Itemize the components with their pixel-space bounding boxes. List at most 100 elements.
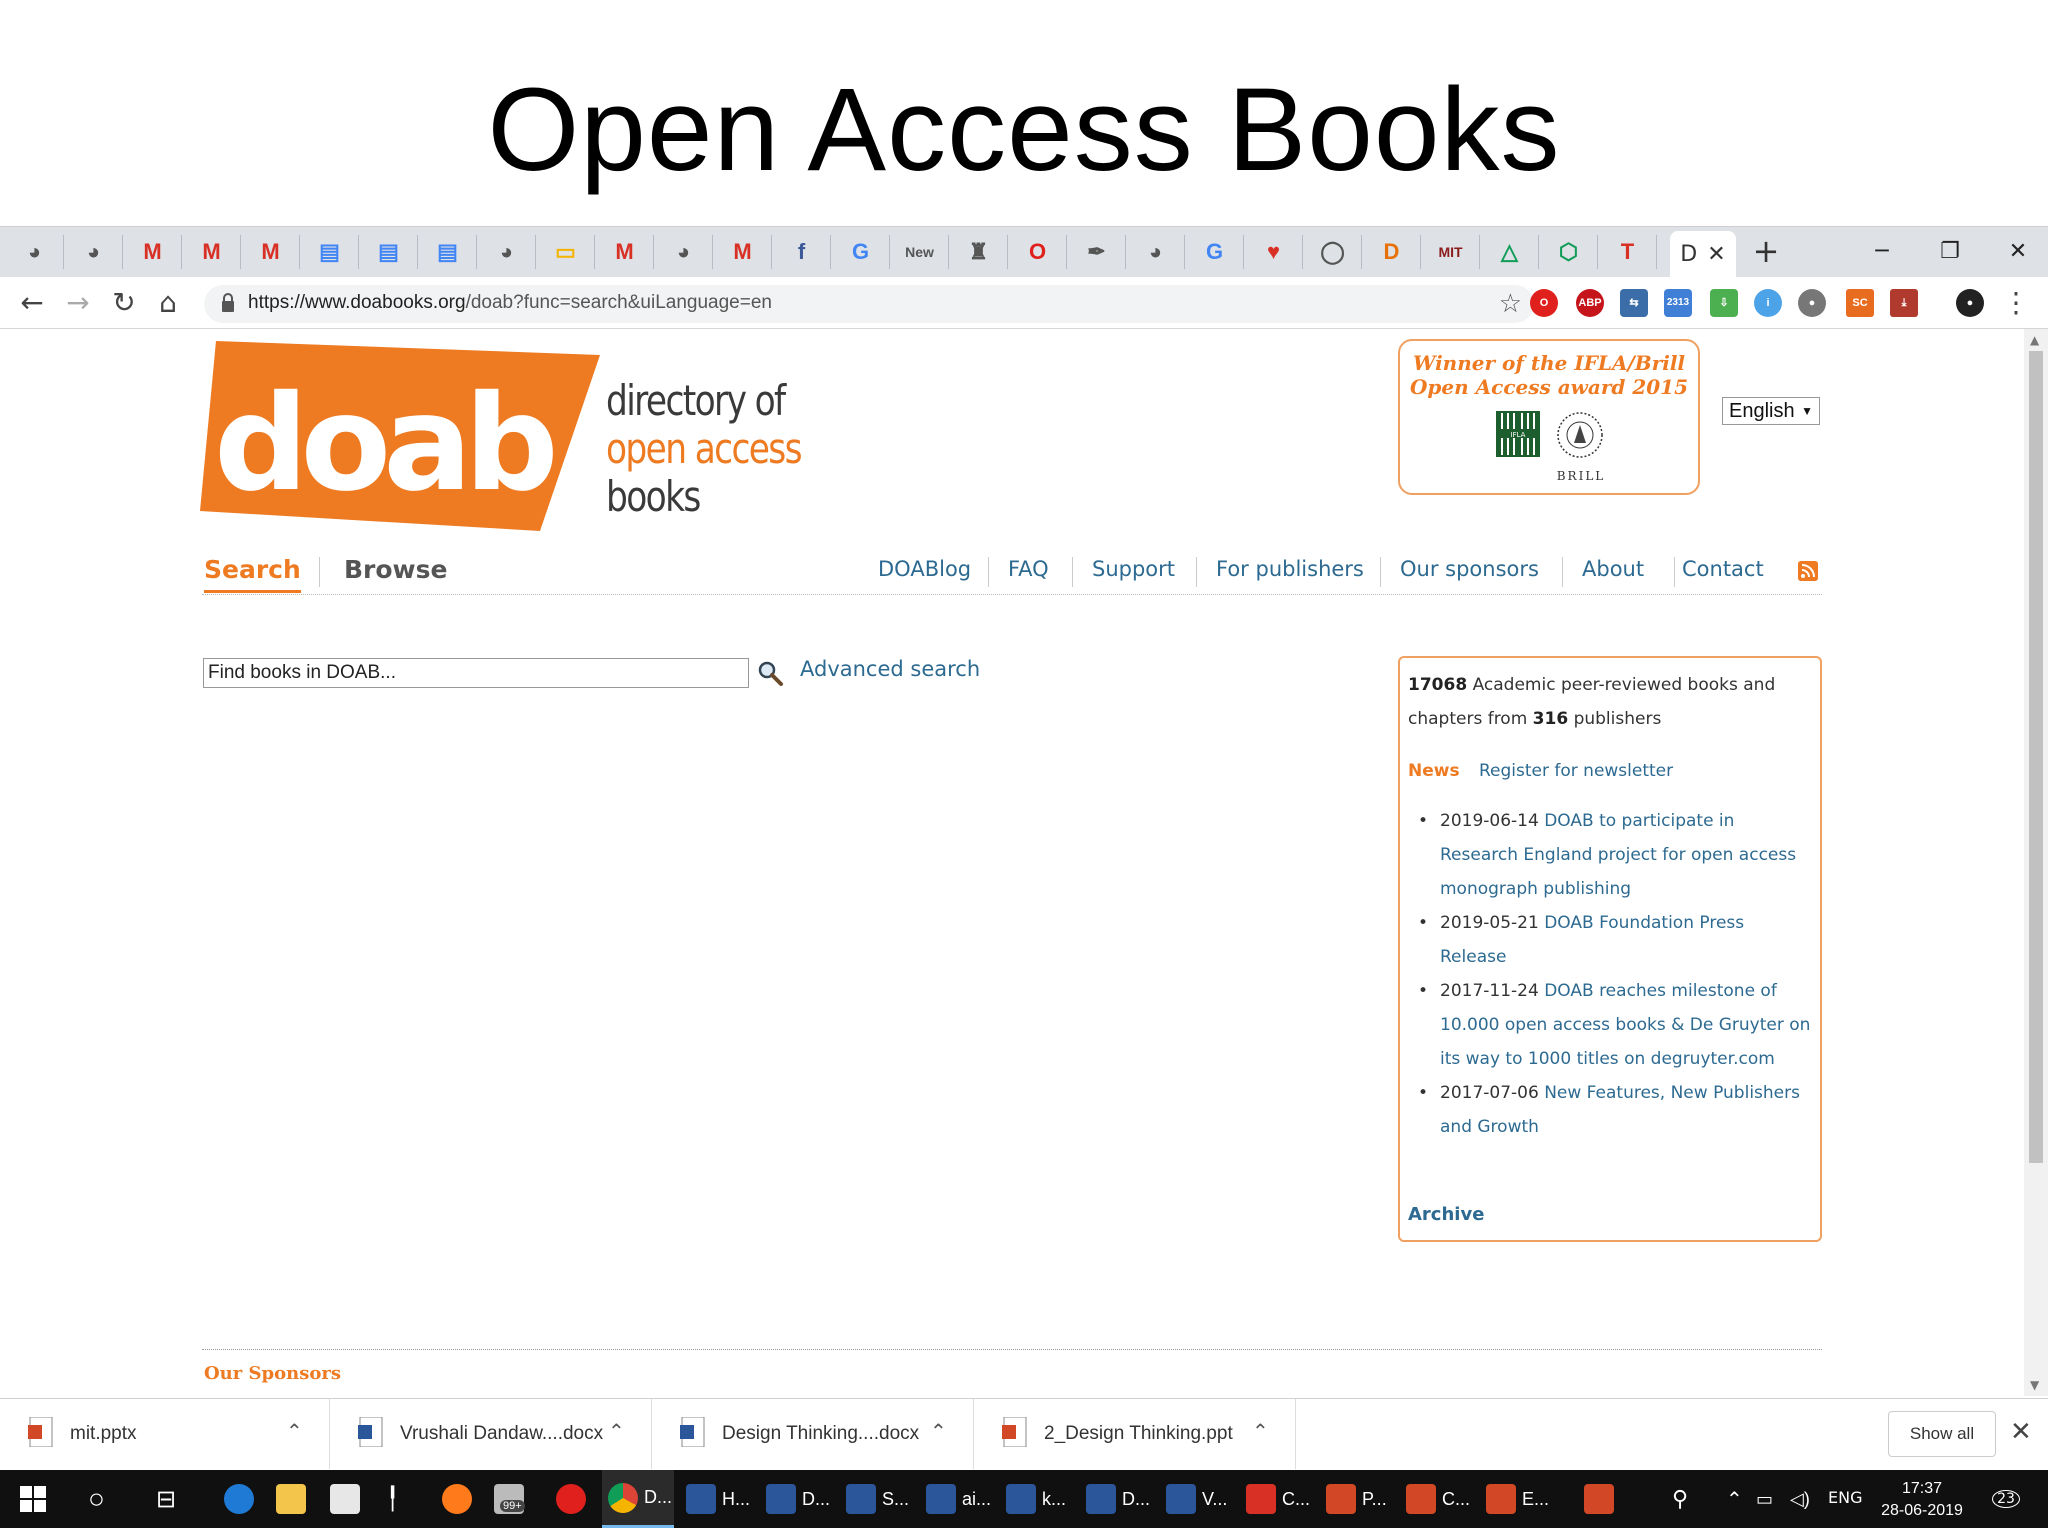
profile-avatar[interactable]: ● xyxy=(1956,289,1984,317)
taskbar-app[interactable]: C... xyxy=(1246,1470,1310,1528)
browser-tab[interactable]: ♜ xyxy=(950,235,1008,269)
chevron-up-icon[interactable]: ⌃ xyxy=(286,1419,303,1443)
circle-extension-icon[interactable]: ● xyxy=(1798,289,1826,317)
opera-extension-icon[interactable]: O xyxy=(1530,289,1558,317)
menu-kebab-icon[interactable]: ⋮ xyxy=(1998,285,2034,321)
new-tab-icon[interactable]: + xyxy=(1748,235,1784,269)
browser-tab[interactable]: ◕ xyxy=(1127,235,1185,269)
register-newsletter-link[interactable]: Register for newsletter xyxy=(1479,761,1673,781)
cortana-search-icon[interactable]: ○ xyxy=(88,1470,105,1528)
volume-icon[interactable]: ◁) xyxy=(1790,1470,1810,1528)
save-extension-icon[interactable]: ⇩ xyxy=(1710,289,1738,317)
people-icon[interactable]: ⚲ xyxy=(1672,1470,1688,1528)
chevron-up-icon[interactable]: ⌃ xyxy=(608,1419,625,1443)
download-item[interactable]: mit.pptx ⌃ xyxy=(0,1399,330,1469)
nav-link-contact[interactable]: Contact xyxy=(1682,557,1764,581)
archive-link[interactable]: Archive xyxy=(1408,1198,1484,1232)
award-badge[interactable]: Winner of the IFLA/Brill Open Access awa… xyxy=(1398,339,1700,495)
browser-tab[interactable]: ◕ xyxy=(478,235,536,269)
browser-tab[interactable]: G xyxy=(1186,235,1244,269)
browser-tab[interactable]: M xyxy=(183,235,241,269)
nav-link-support[interactable]: Support xyxy=(1092,557,1175,581)
browser-tab[interactable]: ⬡ xyxy=(1540,235,1598,269)
taskbar-app[interactable]: H... xyxy=(686,1470,750,1528)
browser-tab[interactable]: ✒ xyxy=(1068,235,1126,269)
restore-icon[interactable]: ❐ xyxy=(1920,233,1980,271)
taskbar-app[interactable]: D... xyxy=(1086,1470,1150,1528)
file-explorer-icon[interactable] xyxy=(276,1470,306,1528)
edge-icon[interactable] xyxy=(224,1470,254,1528)
system-clock[interactable]: 17:37 28-06-2019 xyxy=(1880,1478,1964,1522)
task-view-icon[interactable]: ⊟ xyxy=(156,1470,176,1528)
mail-icon[interactable]: 99+ xyxy=(494,1470,538,1528)
search-icon[interactable] xyxy=(756,659,784,687)
back-button[interactable]: ← xyxy=(14,285,50,321)
forward-button[interactable]: → xyxy=(60,285,96,321)
scroll-up-icon[interactable]: ▲ xyxy=(2030,333,2039,347)
sc-extension-icon[interactable]: SC xyxy=(1846,289,1874,317)
nav-link-about[interactable]: About xyxy=(1582,557,1644,581)
advanced-search-link[interactable]: Advanced search xyxy=(800,657,980,681)
nav-link-for-publishers[interactable]: For publishers xyxy=(1216,557,1364,581)
browser-tab[interactable]: MIT xyxy=(1422,235,1480,269)
nav-link-faq[interactable]: FAQ xyxy=(1008,557,1049,581)
taskbar-app[interactable] xyxy=(1584,1470,1614,1528)
network-icon[interactable]: ▭ xyxy=(1756,1470,1773,1528)
download-item[interactable]: Vrushali Dandaw....docx ⌃ xyxy=(330,1399,652,1469)
chevron-up-icon[interactable]: ⌃ xyxy=(930,1419,947,1443)
doab-logo[interactable]: doab xyxy=(200,335,600,535)
browser-tab[interactable]: ▤ xyxy=(419,235,477,269)
vertical-scrollbar[interactable]: ▲ ▼ xyxy=(2024,329,2048,1396)
rss-feed-icon[interactable] xyxy=(1798,561,1818,581)
store-icon[interactable] xyxy=(330,1470,360,1528)
browser-tab[interactable]: G xyxy=(832,235,890,269)
browser-tab[interactable]: ◕ xyxy=(65,235,123,269)
language-select[interactable]: English ▼ xyxy=(1722,397,1820,425)
tab-close-icon[interactable]: ✕ xyxy=(1707,242,1725,267)
address-bar[interactable]: https://www.doabooks.org/doab?func=searc… xyxy=(204,285,1534,323)
browser-tab[interactable]: ▤ xyxy=(360,235,418,269)
notification-center-icon[interactable]: 23 xyxy=(1988,1482,2024,1516)
input-language[interactable]: ENG xyxy=(1828,1488,1862,1507)
taskbar-app[interactable]: D... xyxy=(602,1470,674,1528)
browser-tab[interactable]: M xyxy=(124,235,182,269)
tray-chevron-up-icon[interactable]: ⌃ xyxy=(1726,1470,1743,1528)
browser-tab[interactable]: New xyxy=(891,235,949,269)
taskbar-app[interactable]: D... xyxy=(766,1470,830,1528)
browser-tab[interactable]: D xyxy=(1363,235,1421,269)
info-extension-icon[interactable]: i xyxy=(1754,289,1782,317)
reload-button[interactable]: ↻ xyxy=(106,285,142,321)
taskbar-app[interactable]: P... xyxy=(1326,1470,1387,1528)
nav-link-our-sponsors[interactable]: Our sponsors xyxy=(1400,557,1539,581)
browser-tab[interactable]: O xyxy=(1009,235,1067,269)
browser-tab[interactable]: ▤ xyxy=(301,235,359,269)
browser-tab[interactable]: ◕ xyxy=(655,235,713,269)
window-close-icon[interactable]: ✕ xyxy=(1988,233,2048,271)
minimize-icon[interactable]: ─ xyxy=(1852,233,1912,271)
pin-icon[interactable]: ╿ xyxy=(386,1470,399,1528)
scroll-down-icon[interactable]: ▼ xyxy=(2030,1378,2039,1392)
firefox-icon[interactable] xyxy=(442,1470,472,1528)
bookmark-star-icon[interactable]: ☆ xyxy=(1499,289,1522,319)
active-browser-tab[interactable]: D ✕ xyxy=(1670,231,1736,277)
tab-search[interactable]: Search xyxy=(204,555,301,593)
tab-browse[interactable]: Browse xyxy=(344,555,448,584)
search-input[interactable] xyxy=(203,658,749,688)
browser-tab[interactable]: ◯ xyxy=(1304,235,1362,269)
taskbar-app[interactable]: C... xyxy=(1406,1470,1470,1528)
download-item[interactable]: Design Thinking....docx ⌃ xyxy=(652,1399,974,1469)
chevron-up-icon[interactable]: ⌃ xyxy=(1252,1419,1269,1443)
browser-tab[interactable]: f xyxy=(773,235,831,269)
opera-icon[interactable] xyxy=(556,1470,586,1528)
adblock-extension-icon[interactable]: ABP xyxy=(1576,289,1604,317)
taskbar-app[interactable]: E... xyxy=(1486,1470,1549,1528)
browser-tab[interactable]: M xyxy=(596,235,654,269)
download-item[interactable]: 2_Design Thinking.ppt ⌃ xyxy=(974,1399,1296,1469)
pdf-extension-icon[interactable]: ⤓ xyxy=(1890,289,1918,317)
show-all-button[interactable]: Show all xyxy=(1888,1411,1996,1457)
taskbar-app[interactable]: k... xyxy=(1006,1470,1066,1528)
browser-tab[interactable]: ◕ xyxy=(6,235,64,269)
browser-tab[interactable]: M xyxy=(714,235,772,269)
close-icon[interactable]: ✕ xyxy=(2010,1417,2032,1447)
browser-tab[interactable]: ▭ xyxy=(537,235,595,269)
